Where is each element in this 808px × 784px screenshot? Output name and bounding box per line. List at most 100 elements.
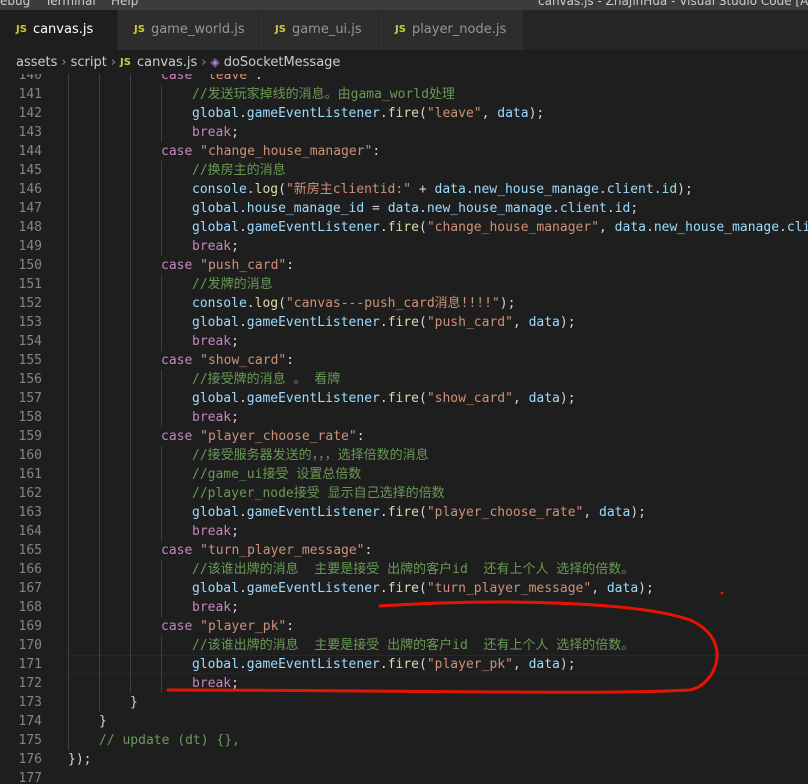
code-token: .	[379, 657, 388, 672]
javascript-file-icon: JS	[275, 24, 286, 35]
breadcrumb-item-file[interactable]: canvas.js	[137, 51, 197, 75]
code-token: .	[598, 182, 607, 197]
tab-player-node-js[interactable]: JS player_node.js	[379, 10, 524, 50]
code-token: ,	[512, 657, 529, 672]
indent-guide	[99, 503, 100, 522]
code-line: 177	[0, 769, 808, 784]
code-token: .	[379, 220, 388, 235]
indent-guide	[161, 674, 162, 693]
line-number: 147	[18, 201, 42, 216]
code-token: "canvas---push_card消息!!!!"	[285, 296, 500, 311]
code-text: global.gameEventListener.fire("turn_play…	[192, 579, 654, 598]
line-number: 176	[18, 752, 42, 767]
code-text: break;	[192, 408, 239, 427]
code-token: //发送玩家掉线的消息。由gama_world处理	[192, 87, 455, 102]
indent-guide	[161, 389, 162, 408]
indent-guide	[161, 199, 162, 218]
code-token: "turn_player_message"	[426, 581, 592, 596]
code-line: 159 case "player_choose_rate":	[0, 427, 808, 446]
code-token: // update (dt) {},	[99, 733, 240, 748]
code-line: 157 global.gameEventListener.fire("show_c…	[0, 389, 808, 408]
code-token: .	[419, 201, 427, 216]
menu-help[interactable]: Help	[111, 0, 138, 8]
line-number: 140	[18, 74, 42, 83]
code-token: "leave"	[200, 74, 255, 83]
code-text: break;	[192, 674, 239, 693]
indent-guide	[130, 389, 131, 408]
code-token: client	[559, 201, 607, 216]
code-token: break	[192, 334, 232, 349]
code-token: .	[379, 391, 388, 406]
window-title: canvas.js - ZhaJinHua - Visual Studio Co…	[538, 0, 808, 8]
breadcrumb-item-symbol[interactable]: doSocketMessage	[224, 51, 341, 75]
code-token: (	[419, 315, 427, 330]
code-token: global	[192, 220, 239, 235]
indent-guide	[68, 617, 69, 636]
indent-guide	[130, 617, 131, 636]
tab-canvas-js[interactable]: JS canvas.js	[0, 10, 118, 50]
breadcrumb-item-assets[interactable]: assets	[16, 51, 57, 75]
code-line: 170 //该谁出牌的消息 主要是接受 出牌的客户id 还有上个人 选择的倍数。	[0, 636, 808, 655]
code-token: :	[372, 144, 381, 159]
line-number: 150	[18, 258, 42, 273]
code-text: global.house_manage_id = data.new_house_…	[192, 199, 638, 218]
code-text: console.log("canvas---push_card消息!!!!");	[192, 294, 515, 313]
indent-guide	[68, 636, 69, 655]
indent-guide	[130, 674, 131, 693]
code-token: );	[630, 505, 646, 520]
indent-guide	[130, 484, 131, 503]
code-token: log	[254, 296, 279, 311]
menu-terminal[interactable]: Terminal	[45, 0, 96, 8]
code-text: case "leave":	[161, 74, 263, 85]
code-text: }	[99, 712, 107, 731]
line-number: 159	[18, 429, 42, 444]
code-token: data	[434, 182, 466, 197]
code-token: .	[238, 315, 247, 330]
code-text: break;	[192, 598, 239, 617]
tab-game-world-js[interactable]: JS game_world.js	[118, 10, 259, 50]
code-token: .	[238, 201, 247, 216]
indent-guide	[99, 104, 100, 123]
code-text: //接受服务器发送的，，，选择倍数的消息	[192, 446, 429, 465]
line-number: 169	[18, 619, 42, 634]
code-token: "push_card"	[200, 258, 287, 273]
indent-guide	[130, 446, 131, 465]
tab-game-ui-js[interactable]: JS game_ui.js	[259, 10, 379, 50]
indent-guide	[161, 237, 162, 256]
code-token: .	[779, 220, 787, 235]
code-token: break	[192, 676, 232, 691]
code-token: case	[161, 74, 201, 83]
code-token: ,	[591, 581, 607, 596]
indent-guide	[130, 522, 131, 541]
code-token: ;	[231, 676, 239, 691]
breadcrumb-item-script[interactable]: script	[71, 51, 107, 75]
code-token: (	[278, 296, 286, 311]
indent-guide	[161, 104, 162, 123]
code-text: //接受牌的消息 。 看牌	[192, 370, 340, 389]
code-token: "player_pk"	[426, 657, 513, 672]
indent-guide	[68, 712, 69, 731]
code-token: data	[387, 201, 419, 216]
code-token: .	[653, 182, 662, 197]
code-line: 146 console.log("新房主clientid:" + data.new…	[0, 180, 808, 199]
code-editor[interactable]: 140 case "leave": 141 //发送玩家掉线的消息。由gama_wor…	[0, 74, 808, 784]
code-token: =	[364, 201, 388, 216]
code-token: :	[364, 543, 373, 558]
code-token: global	[192, 581, 239, 596]
indent-guide	[161, 180, 162, 199]
code-token: gameEventListener	[246, 220, 380, 235]
code-token: :	[286, 619, 295, 634]
code-token: .	[238, 391, 247, 406]
code-line: 150 case "push_card":	[0, 256, 808, 275]
code-token: gameEventListener	[246, 581, 380, 596]
indent-guide	[99, 465, 100, 484]
indent-guide	[68, 256, 69, 275]
indent-guide	[68, 104, 69, 123]
code-token: .	[238, 581, 247, 596]
line-number: 174	[18, 714, 42, 729]
indent-guide	[130, 85, 131, 104]
indent-guide	[161, 370, 162, 389]
code-token: gameEventListener	[246, 315, 380, 330]
menu-debug[interactable]: ebug	[0, 0, 30, 8]
indent-guide	[68, 389, 69, 408]
